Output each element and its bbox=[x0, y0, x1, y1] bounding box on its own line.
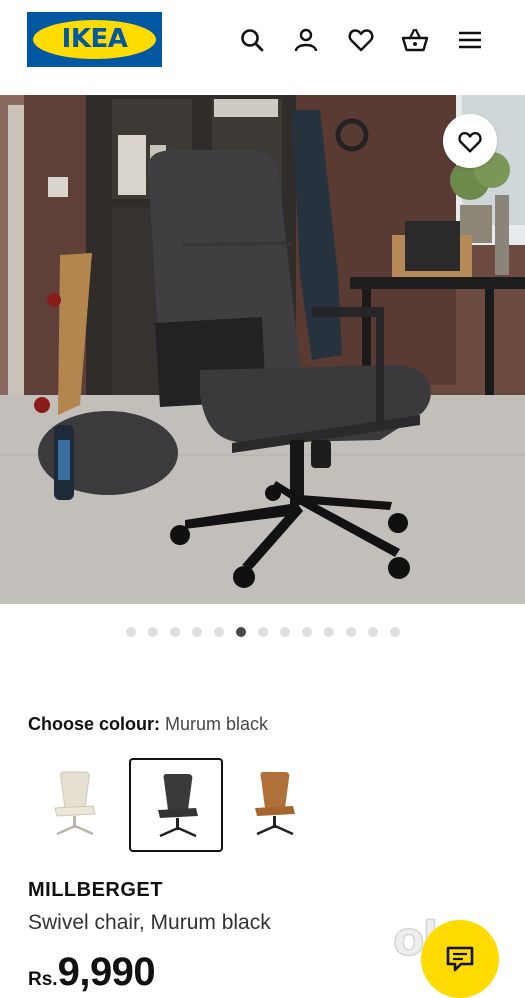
product-description: Swivel chair, Murum black bbox=[28, 911, 271, 934]
price-amount: 9,990 bbox=[57, 950, 156, 994]
carousel-dot[interactable] bbox=[169, 627, 180, 637]
carousel-dot[interactable] bbox=[367, 627, 378, 637]
chair-black-thumbnail bbox=[158, 774, 198, 838]
colour-option-murum-black[interactable] bbox=[129, 758, 223, 852]
colour-option-brown[interactable] bbox=[228, 758, 322, 852]
logo-text: IKEA bbox=[61, 24, 128, 54]
carousel-dot[interactable] bbox=[389, 627, 400, 637]
price-currency: Rs. bbox=[28, 969, 58, 990]
product-name: MILLBERGET bbox=[28, 879, 163, 901]
basket-icon[interactable] bbox=[401, 26, 429, 54]
colour-option-beige[interactable] bbox=[28, 758, 122, 852]
account-icon[interactable] bbox=[292, 26, 320, 54]
carousel-dot[interactable] bbox=[279, 627, 290, 637]
carousel-dot[interactable] bbox=[147, 627, 158, 637]
carousel-dot[interactable] bbox=[125, 627, 136, 637]
heart-icon[interactable] bbox=[347, 26, 375, 54]
colour-label-heading: Choose colour: bbox=[28, 714, 161, 734]
carousel-dot[interactable] bbox=[345, 627, 356, 637]
menu-icon[interactable] bbox=[456, 26, 484, 54]
top-header: IKEA bbox=[0, 0, 525, 80]
selected-colour: Murum black bbox=[165, 714, 269, 734]
carousel-dot[interactable] bbox=[213, 627, 224, 637]
carousel-dot[interactable] bbox=[323, 627, 334, 637]
photo-favourite-button[interactable] bbox=[443, 114, 497, 168]
chat-icon bbox=[446, 946, 474, 972]
colour-label: Choose colour: Murum black bbox=[28, 714, 268, 735]
product-photo[interactable] bbox=[0, 95, 525, 604]
carousel-dot[interactable] bbox=[257, 627, 268, 637]
chair-brown-thumbnail bbox=[255, 772, 295, 836]
carousel-indicator bbox=[0, 627, 525, 641]
ikea-logo[interactable]: IKEA bbox=[27, 12, 162, 67]
carousel-dot[interactable] bbox=[235, 627, 246, 637]
product-price: Rs.9,990 bbox=[28, 950, 156, 995]
chat-button[interactable] bbox=[421, 920, 499, 998]
carousel-dot[interactable] bbox=[191, 627, 202, 637]
heart-icon bbox=[458, 131, 482, 153]
carousel-dot[interactable] bbox=[301, 627, 312, 637]
chair-beige-thumbnail bbox=[54, 771, 96, 836]
search-icon[interactable] bbox=[238, 26, 266, 54]
